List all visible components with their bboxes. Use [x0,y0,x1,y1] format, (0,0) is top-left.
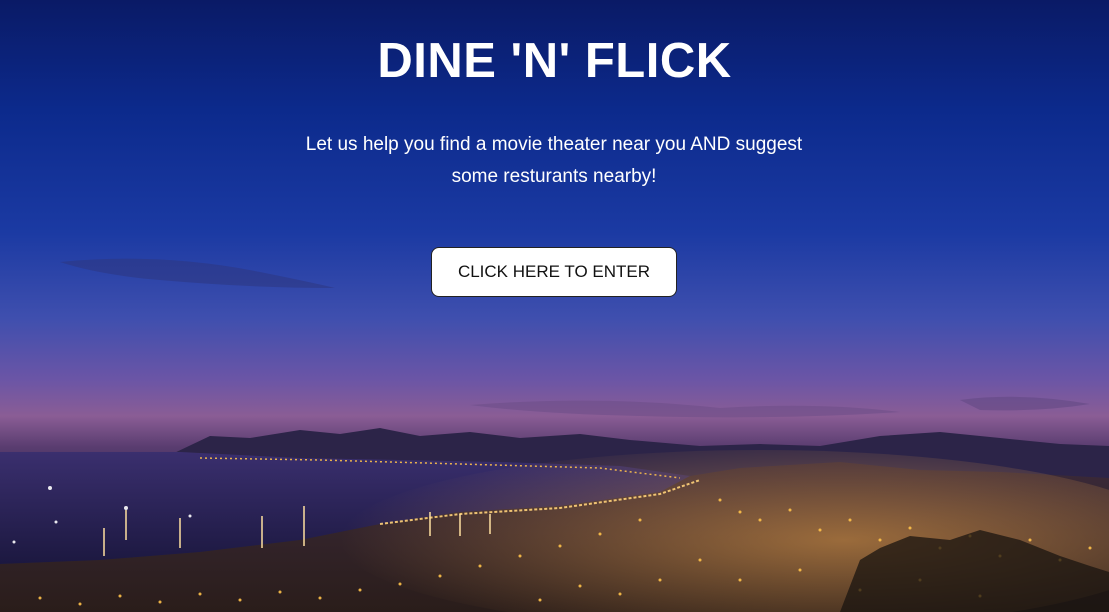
landing-page: DINE 'N' FLICK Let us help you find a mo… [0,0,1109,612]
tagline-text: Let us help you find a movie theater nea… [305,134,803,187]
enter-button[interactable]: CLICK HERE TO ENTER [431,247,677,297]
city-night-background-image [0,258,1109,612]
site-title: DINE 'N' FLICK [377,34,732,88]
